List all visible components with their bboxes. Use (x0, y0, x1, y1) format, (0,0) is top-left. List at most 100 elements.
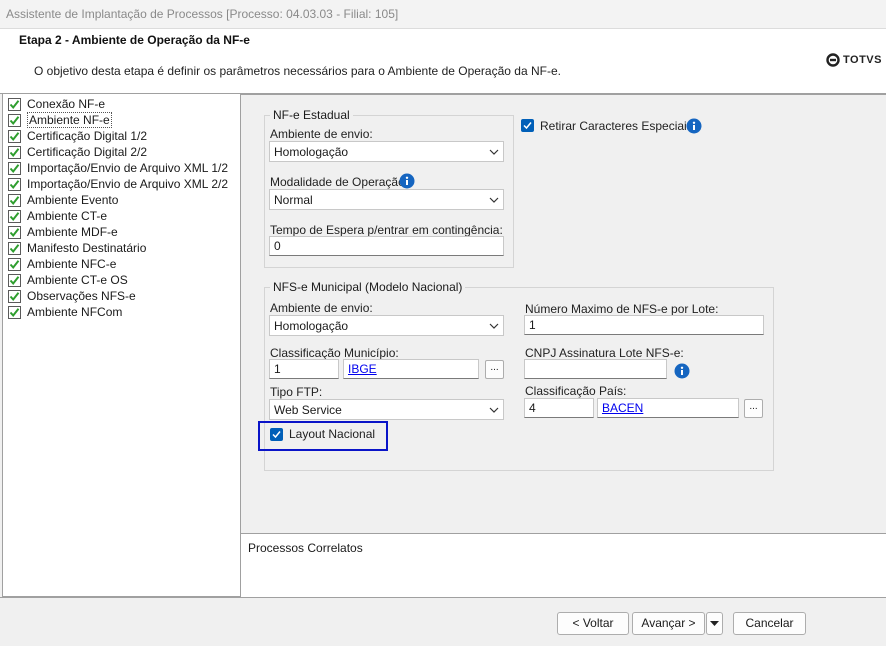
cnpj-input[interactable] (524, 359, 667, 379)
checked-box-icon (8, 257, 21, 271)
wizard-header: Etapa 2 - Ambiente de Operação da NF-e O… (0, 28, 886, 93)
checked-box-icon (8, 289, 21, 303)
step-label: Certificação Digital 1/2 (27, 129, 148, 143)
step-item[interactable]: Ambiente MDF-e (3, 224, 240, 240)
step-label: Manifesto Destinatário (27, 241, 147, 255)
numero-max-input[interactable]: 1 (524, 315, 764, 335)
totvs-logo-icon (826, 53, 840, 67)
totvs-logo: TOTVS (826, 53, 882, 67)
retirar-caracteres-checkbox[interactable] (521, 119, 534, 132)
step-item[interactable]: Conexão NF-e (3, 96, 240, 112)
nfe-ambiente-value: Homologação (274, 144, 349, 159)
nfse-ambiente-value: Homologação (274, 318, 349, 333)
nfse-ambiente-label: Ambiente de envio: (270, 301, 373, 315)
checked-box-icon (8, 113, 21, 127)
nfe-ambiente-label: Ambiente de envio: (270, 127, 373, 141)
numero-max-label: Número Maximo de NFS-e por Lote: (525, 302, 719, 316)
chevron-down-icon (489, 197, 499, 203)
nfe-tempo-label: Tempo de Espera p/entrar em contingência… (270, 223, 503, 237)
checked-box-icon (8, 241, 21, 255)
nfe-tempo-input[interactable]: 0 (269, 236, 504, 256)
step-label: Ambiente CT-e OS (27, 273, 128, 287)
step-title: Etapa 2 - Ambiente de Operação da NF-e (19, 33, 250, 47)
ibge-link[interactable]: IBGE (348, 362, 377, 376)
next-dropdown-button[interactable] (706, 612, 723, 635)
step-item[interactable]: Manifesto Destinatário (3, 240, 240, 256)
back-button[interactable]: < Voltar (557, 612, 629, 635)
classif-municipio-desc: IBGE (343, 359, 479, 379)
nfe-estadual-legend: NF-e Estadual (273, 108, 350, 122)
checked-box-icon (8, 209, 21, 223)
wizard-footer: < Voltar Avançar > Cancelar (0, 597, 886, 646)
step-label: Importação/Envio de Arquivo XML 1/2 (27, 161, 228, 175)
step-item[interactable]: Ambiente NF-e (3, 112, 240, 128)
cancel-button[interactable]: Cancelar (733, 612, 806, 635)
step-item[interactable]: Ambiente NFC-e (3, 256, 240, 272)
step-item[interactable]: Ambiente CT-e (3, 208, 240, 224)
processos-correlatos-label: Processos Correlatos (248, 541, 363, 555)
checked-box-icon (8, 305, 21, 319)
classif-pais-desc: BACEN (597, 398, 739, 418)
tipo-ftp-label: Tipo FTP: (270, 385, 323, 399)
nfe-modalidade-value: Normal (274, 192, 313, 207)
classif-pais-input[interactable]: 4 (524, 398, 594, 418)
checked-box-icon (8, 225, 21, 239)
step-item[interactable]: Certificação Digital 1/2 (3, 128, 240, 144)
pais-browse-button[interactable]: ... (744, 399, 763, 418)
bacen-link[interactable]: BACEN (602, 401, 643, 415)
retirar-info-icon[interactable] (686, 118, 702, 134)
next-button[interactable]: Avançar > (632, 612, 705, 635)
caret-down-icon (710, 621, 719, 626)
municipio-browse-button[interactable]: ... (485, 360, 504, 379)
classif-municipio-input[interactable]: 1 (269, 359, 339, 379)
logo-text: TOTVS (843, 54, 882, 66)
cnpj-label: CNPJ Assinatura Lote NFS-e: (525, 346, 684, 360)
step-label: Ambiente NF-e (27, 112, 112, 128)
step-item[interactable]: Certificação Digital 2/2 (3, 144, 240, 160)
step-item[interactable]: Ambiente NFCom (3, 304, 240, 320)
step-item[interactable]: Ambiente CT-e OS (3, 272, 240, 288)
step-label: Conexão NF-e (27, 97, 106, 111)
classif-pais-label: Classificação País: (525, 384, 627, 398)
checked-box-icon (8, 145, 21, 159)
tipo-ftp-value: Web Service (274, 402, 342, 417)
checkmark-icon (523, 122, 532, 130)
checked-box-icon (8, 129, 21, 143)
checked-box-icon (8, 273, 21, 287)
step-label: Observações NFS-e (27, 289, 136, 303)
step-label: Ambiente CT-e (27, 209, 108, 223)
nfe-ambiente-select[interactable]: Homologação (269, 141, 504, 162)
checked-box-icon (8, 161, 21, 175)
window-title: Assistente de Implantação de Processos [… (0, 0, 886, 28)
main-panel: NF-e Estadual Ambiente de envio: Homolog… (241, 94, 886, 533)
cnpj-info-icon[interactable] (674, 363, 690, 379)
step-label: Ambiente NFC-e (27, 257, 117, 271)
checked-box-icon (8, 177, 21, 191)
step-label: Certificação Digital 2/2 (27, 145, 148, 159)
steps-list: Conexão NF-e Ambiente NF-e Certificação Di… (2, 94, 241, 597)
step-label: Ambiente Evento (27, 193, 119, 207)
step-label: Ambiente NFCom (27, 305, 123, 319)
chevron-down-icon (489, 149, 499, 155)
step-description: O objetivo desta etapa é definir os parâ… (34, 64, 561, 78)
checked-box-icon (8, 193, 21, 207)
checked-box-icon (8, 97, 21, 111)
chevron-down-icon (489, 323, 499, 329)
layout-nacional-highlight (258, 421, 388, 451)
processos-correlatos-panel: Processos Correlatos (241, 533, 886, 597)
nfse-municipal-legend: NFS-e Municipal (Modelo Nacional) (273, 280, 463, 294)
modalidade-info-icon[interactable] (399, 173, 415, 189)
retirar-caracteres-label: Retirar Caracteres Especiais (540, 119, 693, 133)
tipo-ftp-select[interactable]: Web Service (269, 399, 504, 420)
step-item[interactable]: Importação/Envio de Arquivo XML 2/2 (3, 176, 240, 192)
step-item[interactable]: Importação/Envio de Arquivo XML 1/2 (3, 160, 240, 176)
step-label: Importação/Envio de Arquivo XML 2/2 (27, 177, 228, 191)
classif-municipio-label: Classificação Município: (270, 346, 399, 360)
chevron-down-icon (489, 407, 499, 413)
step-item[interactable]: Observações NFS-e (3, 288, 240, 304)
nfe-modalidade-select[interactable]: Normal (269, 189, 504, 210)
nfse-ambiente-select[interactable]: Homologação (269, 315, 504, 336)
step-label: Ambiente MDF-e (27, 225, 118, 239)
nfe-modalidade-label: Modalidade de Operação: (270, 175, 409, 189)
step-item[interactable]: Ambiente Evento (3, 192, 240, 208)
